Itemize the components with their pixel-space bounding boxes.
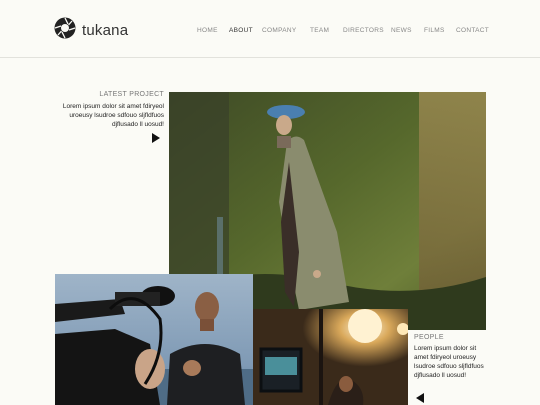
nav-team[interactable]: TEAM <box>310 27 329 34</box>
people-block: PEOPLE Lorem ipsum dolor sit amet fdirye… <box>414 334 486 380</box>
people-text: Lorem ipsum dolor sit amet fdiryeol uroe… <box>414 345 484 379</box>
nav-company[interactable]: COMPANY <box>262 27 296 34</box>
site-header: tukana HOME ABOUT COMPANY TEAM DIRECTORS… <box>0 0 540 58</box>
arrow-right-icon[interactable] <box>152 133 160 143</box>
people-label: PEOPLE <box>414 334 444 341</box>
nav-directors[interactable]: DIRECTORS <box>343 27 384 34</box>
nav-about[interactable]: ABOUT <box>229 27 253 34</box>
arrow-left-icon[interactable] <box>416 393 424 403</box>
latest-project-text: Lorem ipsum dolor sit amet fdiryeol uroe… <box>62 103 164 128</box>
nav-news[interactable]: NEWS <box>391 27 412 34</box>
studio-set-photo[interactable] <box>253 309 408 405</box>
camera-crew-photo[interactable] <box>55 274 253 405</box>
latest-project-label: LATEST PROJECT <box>99 91 164 98</box>
latest-project-block: LATEST PROJECT Lorem ipsum dolor sit ame… <box>54 91 164 129</box>
nav-films[interactable]: FILMS <box>424 27 445 34</box>
nav-home[interactable]: HOME <box>197 27 218 34</box>
nav-contact[interactable]: CONTACT <box>456 27 489 34</box>
main-nav: HOME ABOUT COMPANY TEAM DIRECTORS NEWS F… <box>0 27 540 39</box>
